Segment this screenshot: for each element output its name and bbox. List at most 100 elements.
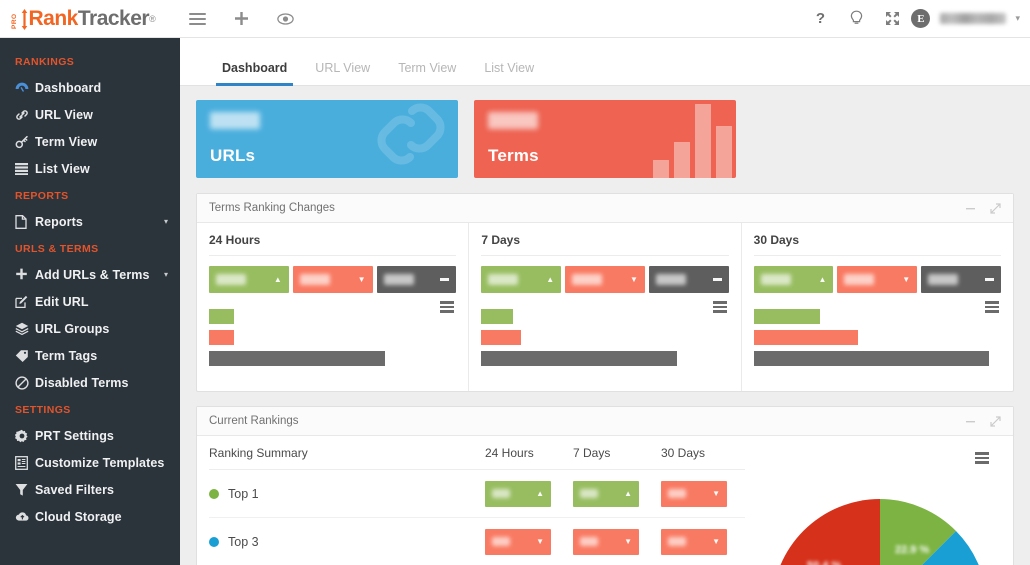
column-title: 30 Days (753, 233, 1001, 256)
current-rankings-body: Ranking Summary 24 Hours 7 Days 30 Days … (197, 436, 1013, 565)
sidebar-item-label: Term View (35, 134, 98, 149)
sidebar-item-saved-filters[interactable]: Saved Filters (0, 476, 180, 503)
change-badge-down[interactable]: ▼ (573, 528, 639, 555)
change-badge-down[interactable]: ▼ (661, 528, 727, 555)
chart-menu-icon[interactable] (712, 299, 727, 315)
sidebar-item-list-view[interactable]: List View (0, 155, 180, 182)
expand-icon[interactable] (990, 415, 1001, 427)
change-value (580, 537, 598, 546)
change-value (668, 489, 686, 498)
list-icon (15, 162, 35, 175)
main-content: Dashboard URL View Term View List View U… (180, 38, 1030, 565)
panel-current-rankings: Current Rankings Ranking Summary 24 Hour… (196, 406, 1014, 565)
sidebar-item-prt-settings[interactable]: PRT Settings (0, 422, 180, 449)
change-badge-down[interactable]: ▼ (485, 528, 551, 555)
chart-menu-icon[interactable] (984, 299, 999, 315)
badge-improved[interactable]: ▲ (481, 266, 562, 293)
badge-value (760, 274, 791, 285)
row-label-cell: Top 3 (209, 535, 409, 549)
tab-dashboard[interactable]: Dashboard (208, 61, 301, 86)
panel-tools (965, 415, 1001, 427)
panel-tools (965, 202, 1001, 214)
chart-menu-icon[interactable] (440, 299, 455, 315)
eye-icon[interactable] (268, 0, 302, 38)
sidebar-item-edit-url[interactable]: Edit URL (0, 288, 180, 315)
summary-badges: ▲ ▼ (209, 266, 457, 293)
sidebar-item-term-view[interactable]: Term View (0, 128, 180, 155)
tab-term-view[interactable]: Term View (384, 61, 470, 86)
brand-registered-mark: ® (149, 13, 156, 24)
ranking-column-7d: 7 Days ▲ ▼ (469, 223, 742, 391)
minimize-icon[interactable] (965, 416, 976, 427)
plus-icon (15, 268, 35, 281)
brand-rank-label: Rank (28, 6, 79, 30)
kpi-tile-terms[interactable]: Terms (474, 100, 736, 178)
sidebar-item-label: Add URLs & Terms (35, 267, 150, 282)
expand-icon[interactable] (990, 202, 1001, 214)
chart-menu-icon[interactable] (975, 450, 989, 466)
column-header-30d: 30 Days (661, 446, 706, 460)
sidebar-item-label: List View (35, 161, 90, 176)
badge-declined[interactable]: ▼ (292, 266, 373, 293)
key-icon (15, 135, 35, 149)
sidebar-item-label: Saved Filters (35, 482, 115, 497)
sidebar-item-label: Reports (35, 214, 83, 229)
column-title: 7 Days (481, 233, 729, 256)
chevron-down-icon[interactable]: ▾ (1015, 13, 1020, 24)
change-value (492, 537, 510, 546)
badge-declined[interactable]: ▼ (837, 266, 918, 293)
bar-improved (753, 309, 821, 324)
change-badge-up[interactable]: ▲ (485, 480, 551, 507)
panel-terms-ranking-changes: Terms Ranking Changes 24 Hours ▲ ▼ 7 Day… (196, 193, 1014, 392)
change-badge-down[interactable]: ▼ (661, 480, 727, 507)
table-row[interactable]: Top 3 ▼ ▼ ▼ (209, 518, 745, 565)
plus-icon[interactable] (224, 0, 258, 38)
chevron-down-icon[interactable]: ▾ (164, 217, 168, 226)
minimize-icon[interactable] (965, 203, 976, 214)
sidebar-item-customize-templates[interactable]: Customize Templates (0, 449, 180, 476)
kpi-tile-urls[interactable]: URLs (196, 100, 458, 178)
template-icon (15, 455, 35, 470)
sidebar-section-settings: SETTINGS (15, 404, 71, 416)
badge-declined[interactable]: ▼ (565, 266, 645, 293)
cell-30d: ▼ (657, 480, 745, 507)
sidebar-item-dashboard[interactable]: Dashboard (0, 74, 180, 101)
sidebar: RANKINGS Dashboard URL View Term View Li… (0, 38, 180, 565)
sidebar-item-disabled-terms[interactable]: Disabled Terms (0, 369, 180, 396)
change-value (668, 537, 686, 546)
sidebar-item-add-urls-terms[interactable]: Add URLs & Terms ▾ (0, 261, 180, 288)
badge-improved[interactable]: ▲ (753, 266, 834, 293)
sidebar-item-reports[interactable]: Reports ▾ (0, 208, 180, 235)
change-badge-up[interactable]: ▲ (573, 480, 639, 507)
badge-improved[interactable]: ▲ (209, 266, 289, 293)
chevron-down-icon[interactable]: ▾ (164, 270, 168, 279)
table-row[interactable]: Top 1 ▲ ▲ ▼ (209, 470, 745, 518)
badge-no-change[interactable] (648, 266, 729, 293)
user-name[interactable] (940, 13, 1007, 24)
fullscreen-icon[interactable] (875, 0, 909, 38)
avatar[interactable]: E (911, 9, 931, 28)
sidebar-item-cloud-storage[interactable]: Cloud Storage (0, 503, 180, 530)
badge-no-change[interactable] (376, 266, 457, 293)
help-icon[interactable]: ? (803, 0, 837, 38)
badge-value (488, 274, 519, 285)
sidebar-item-term-tags[interactable]: Term Tags (0, 342, 180, 369)
lightbulb-icon[interactable] (839, 0, 873, 38)
app-root: PRO Rank Tracker ® ? E ▾ RANKINGS Dashbo… (0, 0, 1030, 565)
funnel-icon (15, 483, 35, 497)
sidebar-item-url-groups[interactable]: URL Groups (0, 315, 180, 342)
badge-value (844, 274, 875, 285)
ranking-change-columns: 24 Hours ▲ ▼ 7 Days ▲ ▼ 30 Days ▲ ▼ (197, 223, 1013, 391)
pie-label-b: 22.9 % (895, 544, 930, 556)
kpi-urls-label: URLs (210, 146, 256, 165)
tab-list-view[interactable]: List View (470, 61, 548, 86)
hamburger-icon[interactable] (180, 0, 214, 38)
pie-slice-a[interactable] (772, 499, 880, 565)
brand-tracker-label: Tracker (77, 6, 150, 30)
badge-no-change[interactable] (921, 266, 1001, 293)
sidebar-item-url-view[interactable]: URL View (0, 101, 180, 128)
brand-logo[interactable]: PRO Rank Tracker ® (0, 0, 180, 37)
tab-url-view[interactable]: URL View (301, 61, 384, 86)
pie-label-a: 50.4 % (807, 560, 841, 565)
chart-7d (481, 293, 728, 379)
